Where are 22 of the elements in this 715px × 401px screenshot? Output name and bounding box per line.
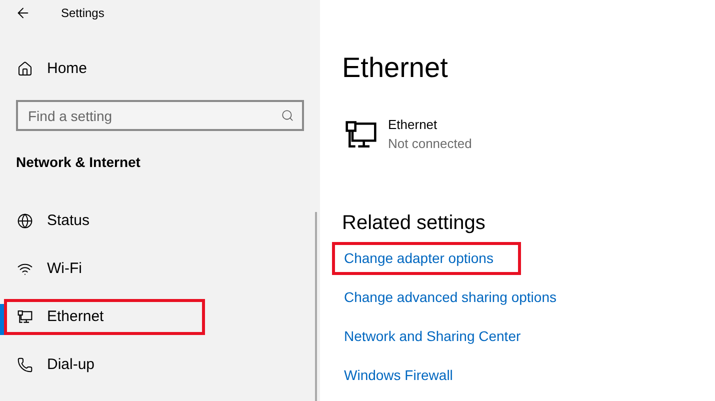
- settings-link[interactable]: Windows Firewall: [344, 365, 469, 386]
- section-heading: Network & Internet: [16, 153, 142, 171]
- window-title: Settings: [61, 5, 104, 22]
- page-title: Ethernet: [342, 51, 449, 85]
- search-icon: [281, 109, 294, 122]
- home-link[interactable]: Home: [0, 45, 320, 93]
- globe-icon: [17, 213, 33, 229]
- nav-item[interactable]: Dial-up: [4, 347, 205, 383]
- home-icon: [17, 61, 33, 77]
- monitor-icon: [17, 309, 33, 325]
- scrollbar[interactable]: [315, 212, 317, 401]
- nav-item[interactable]: Ethernet: [4, 299, 205, 335]
- settings-link[interactable]: Change adapter options: [344, 248, 510, 269]
- adapter-status: Not connected: [388, 135, 472, 153]
- nav-item[interactable]: Status: [4, 203, 205, 239]
- section-heading: Related settings: [342, 211, 486, 236]
- adapter-name: Ethernet: [388, 116, 438, 134]
- phone-icon: [17, 357, 33, 373]
- search-field[interactable]: Find a setting: [16, 100, 304, 131]
- settings-link[interactable]: Network and Sharing Center: [344, 326, 537, 347]
- nav-item[interactable]: Wi-Fi: [4, 251, 205, 287]
- settings-link[interactable]: Change advanced sharing options: [344, 287, 572, 308]
